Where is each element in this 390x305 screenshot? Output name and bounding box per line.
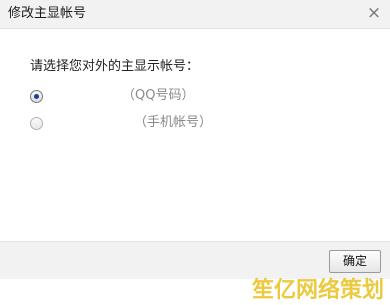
radio-qq-number[interactable] [30, 90, 43, 103]
change-primary-account-dialog: 修改主显帐号 × 请选择您对外的主显示帐号： （QQ号码） （手机帐号） 确定 … [0, 0, 390, 305]
close-icon[interactable]: × [365, 4, 383, 22]
dialog-titlebar: 修改主显帐号 × [0, 0, 390, 29]
select-account-prompt: 请选择您对外的主显示帐号： [30, 59, 200, 74]
radio-mobile-account[interactable] [30, 117, 43, 130]
watermark: 笙亿网络策划 [251, 278, 384, 303]
option-qq-number-label: （QQ号码） [122, 88, 195, 103]
confirm-button[interactable]: 确定 [329, 250, 381, 273]
dialog-title: 修改主显帐号 [8, 6, 87, 21]
option-mobile-account-label: （手机帐号） [134, 115, 213, 130]
dialog-footer: 确定 [0, 241, 390, 279]
